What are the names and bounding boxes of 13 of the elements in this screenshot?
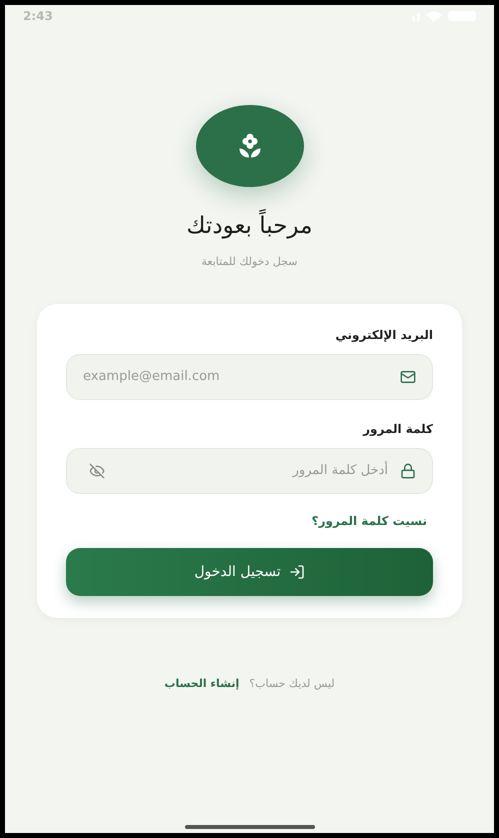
signup-link[interactable]: إنشاء الحساب <box>164 676 240 692</box>
signup-prompt: ليس لديك حساب؟ <box>249 676 335 692</box>
status-time: 2:43 <box>23 8 53 25</box>
field-label: كلمة المرور <box>362 421 433 438</box>
lock-icon <box>400 463 416 479</box>
forgot-password-link[interactable]: نسيت كلمة المرور؟ <box>312 512 427 530</box>
eye-off-icon[interactable] <box>89 463 105 479</box>
welcome-title: مرحباً بعودتك <box>186 209 312 244</box>
mail-icon <box>400 369 416 385</box>
field-label: البريد الإلكتروني <box>334 327 433 344</box>
login-button[interactable]: تسجيل الدخول <box>66 548 433 596</box>
login-icon <box>288 564 305 580</box>
welcome-subtitle: سجل دخولك للمتابعة <box>202 254 298 270</box>
